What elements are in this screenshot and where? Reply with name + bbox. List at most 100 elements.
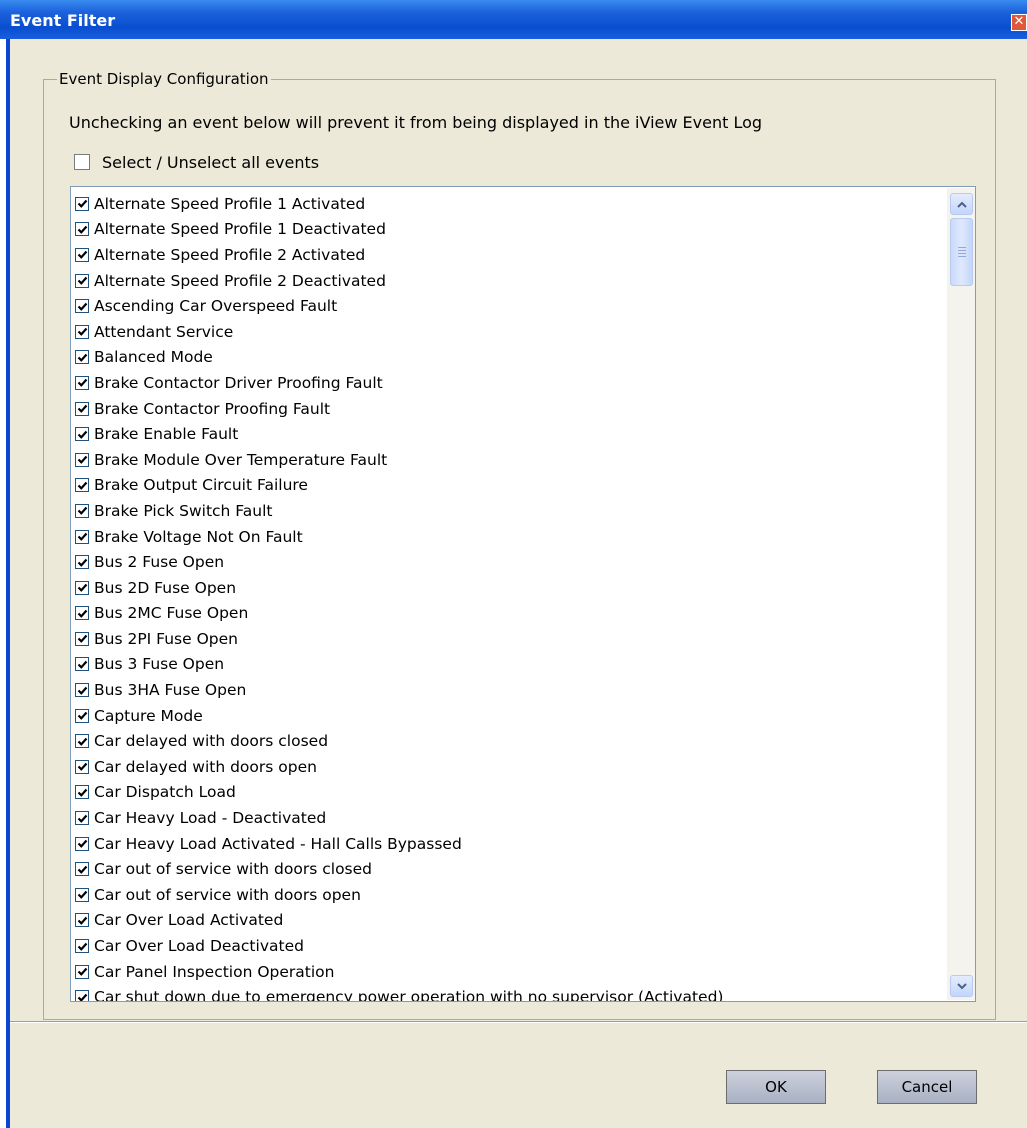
event-label: Car Panel Inspection Operation	[94, 962, 335, 981]
event-list-item[interactable]: Car Dispatch Load	[75, 780, 947, 806]
select-all-box[interactable]	[74, 154, 90, 170]
event-list-item[interactable]: Alternate Speed Profile 2 Activated	[75, 242, 947, 268]
event-checkbox[interactable]	[75, 427, 89, 442]
event-checkbox[interactable]	[75, 939, 89, 954]
event-list-item[interactable]: Car shut down due to emergency power ope…	[75, 984, 947, 1002]
event-checkbox[interactable]	[75, 375, 89, 390]
event-list[interactable]: Alternate Speed Profile 1 Activated Alter…	[70, 186, 976, 1002]
check-icon	[77, 660, 87, 669]
event-list-item[interactable]: Car out of service with doors closed	[75, 856, 947, 882]
event-list-item[interactable]: Car delayed with doors open	[75, 754, 947, 780]
event-list-item[interactable]: Brake Enable Fault	[75, 421, 947, 447]
event-checkbox[interactable]	[75, 785, 89, 800]
event-list-item[interactable]: Bus 2D Fuse Open	[75, 575, 947, 601]
event-checkbox[interactable]	[75, 222, 89, 237]
event-checkbox[interactable]	[75, 247, 89, 262]
event-checkbox[interactable]	[75, 734, 89, 749]
event-list-scrollbar[interactable]	[947, 188, 975, 1000]
event-list-item[interactable]: Alternate Speed Profile 2 Deactivated	[75, 268, 947, 294]
window-title: Event Filter	[10, 11, 116, 30]
event-list-item[interactable]: Bus 2PI Fuse Open	[75, 626, 947, 652]
event-list-item[interactable]: Car out of service with doors open	[75, 882, 947, 908]
scroll-thumb[interactable]	[950, 218, 973, 286]
event-checkbox[interactable]	[75, 964, 89, 979]
event-list-item[interactable]: Bus 3HA Fuse Open	[75, 677, 947, 703]
ok-button[interactable]: OK	[726, 1070, 826, 1104]
check-icon	[77, 558, 87, 567]
event-checkbox[interactable]	[75, 657, 89, 672]
event-checkbox[interactable]	[75, 324, 89, 339]
title-bar[interactable]: Event Filter ✕	[0, 0, 1027, 39]
event-list-item[interactable]: Brake Contactor Driver Proofing Fault	[75, 370, 947, 396]
event-label: Car Over Load Deactivated	[94, 937, 304, 956]
event-checkbox[interactable]	[75, 478, 89, 493]
event-checkbox[interactable]	[75, 401, 89, 416]
scroll-down-button[interactable]	[950, 975, 973, 997]
event-list-item[interactable]: Alternate Speed Profile 1 Deactivated	[75, 217, 947, 243]
event-checkbox[interactable]	[75, 606, 89, 621]
event-checkbox[interactable]	[75, 708, 89, 723]
event-list-item[interactable]: Capture Mode	[75, 703, 947, 729]
event-checkbox[interactable]	[75, 452, 89, 467]
event-checkbox[interactable]	[75, 299, 89, 314]
event-list-item[interactable]: Car Panel Inspection Operation	[75, 959, 947, 985]
select-all-checkbox[interactable]: Select / Unselect all events	[74, 151, 319, 173]
scroll-up-button[interactable]	[950, 193, 973, 215]
event-label: Attendant Service	[94, 322, 234, 341]
event-list-item[interactable]: Car Over Load Deactivated	[75, 933, 947, 959]
event-list-item[interactable]: Attendant Service	[75, 319, 947, 345]
check-icon	[77, 609, 87, 618]
event-list-item[interactable]: Bus 2 Fuse Open	[75, 549, 947, 575]
event-checkbox[interactable]	[75, 811, 89, 826]
event-checkbox[interactable]	[75, 273, 89, 288]
event-label: Car Heavy Load Activated - Hall Calls By…	[94, 834, 462, 853]
event-list-item[interactable]: Car delayed with doors closed	[75, 728, 947, 754]
check-icon	[77, 583, 87, 593]
event-checkbox[interactable]	[75, 990, 89, 1001]
event-list-item[interactable]: Car Heavy Load Activated - Hall Calls By…	[75, 831, 947, 857]
select-all-label: Select / Unselect all events	[102, 152, 320, 172]
event-label: Bus 2D Fuse Open	[94, 578, 237, 597]
event-list-item[interactable]: Brake Output Circuit Failure	[75, 473, 947, 499]
event-checkbox[interactable]	[75, 836, 89, 851]
check-icon	[77, 251, 87, 260]
event-list-item[interactable]: Bus 3 Fuse Open	[75, 652, 947, 678]
event-label: Brake Enable Fault	[94, 425, 239, 444]
check-icon	[77, 481, 87, 490]
event-list-item[interactable]: Car Over Load Activated	[75, 908, 947, 934]
event-list-item[interactable]: Bus 2MC Fuse Open	[75, 601, 947, 627]
event-list-item[interactable]: Brake Module Over Temperature Fault	[75, 447, 947, 473]
close-button[interactable]: ✕	[1011, 14, 1027, 31]
event-checkbox[interactable]	[75, 887, 89, 902]
event-label: Car shut down due to emergency power ope…	[94, 988, 724, 1002]
event-list-item[interactable]: Alternate Speed Profile 1 Activated	[75, 191, 947, 217]
event-checkbox[interactable]	[75, 555, 89, 570]
event-checkbox[interactable]	[75, 503, 89, 518]
event-list-item[interactable]: Ascending Car Overspeed Fault	[75, 293, 947, 319]
check-icon	[77, 635, 87, 644]
event-label: Car Dispatch Load	[94, 783, 236, 802]
event-label: Brake Contactor Proofing Fault	[94, 399, 331, 418]
event-list-item[interactable]: Brake Pick Switch Fault	[75, 498, 947, 524]
check-icon	[77, 916, 87, 925]
check-icon	[77, 404, 87, 413]
event-list-item[interactable]: Car Heavy Load - Deactivated	[75, 805, 947, 831]
event-checkbox[interactable]	[75, 529, 89, 544]
event-label: Bus 3 Fuse Open	[94, 655, 225, 674]
event-checkbox[interactable]	[75, 631, 89, 646]
event-list-item[interactable]: Brake Contactor Proofing Fault	[75, 396, 947, 422]
event-list-item[interactable]: Brake Voltage Not On Fault	[75, 524, 947, 550]
event-label: Brake Output Circuit Failure	[94, 476, 308, 495]
event-checkbox[interactable]	[75, 759, 89, 774]
event-checkbox[interactable]	[75, 913, 89, 928]
event-checkbox[interactable]	[75, 196, 89, 211]
event-list-item[interactable]: Balanced Mode	[75, 345, 947, 371]
event-checkbox[interactable]	[75, 580, 89, 595]
cancel-button[interactable]: Cancel	[877, 1070, 977, 1104]
event-checkbox[interactable]	[75, 350, 89, 365]
event-label: Bus 3HA Fuse Open	[94, 681, 247, 700]
event-label: Brake Module Over Temperature Fault	[94, 450, 388, 469]
event-checkbox[interactable]	[75, 683, 89, 698]
event-checkbox[interactable]	[75, 862, 89, 877]
thumb-grip-line	[958, 247, 966, 248]
